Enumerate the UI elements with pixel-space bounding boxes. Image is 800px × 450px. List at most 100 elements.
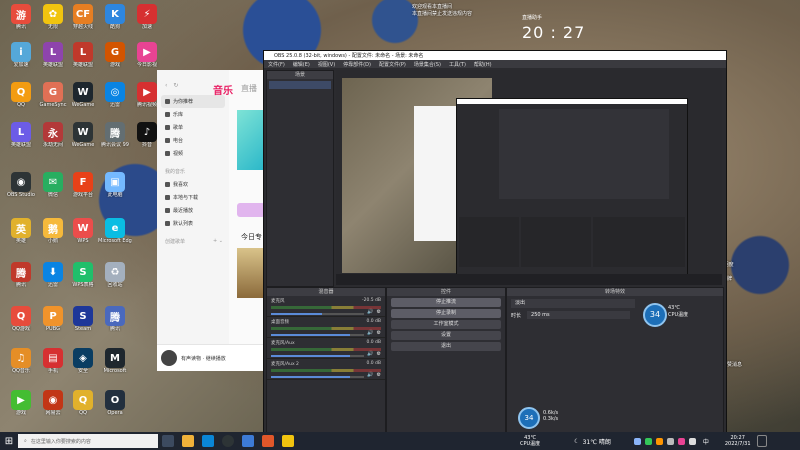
desktop-icon[interactable]: 腾腾讯会议 99 [98,122,132,156]
menu-item[interactable]: 文件(F) [268,61,285,68]
my-item-local[interactable]: 本地与下载 [157,191,229,204]
exit-button[interactable]: 退出 [391,342,501,351]
add-icon[interactable]: + ⌄ [213,238,223,245]
desktop-icon[interactable]: W WPS [66,218,100,252]
tray-icon[interactable] [655,437,663,445]
menu-item[interactable]: 编辑(E) [293,61,310,68]
edge-icon[interactable] [202,435,214,447]
sidebar-item-video[interactable]: 视频 [157,147,229,160]
desktop-icon[interactable]: 腾腾讯 [4,262,38,296]
taskbar-clock[interactable]: 20:27 2022/7/31 [725,435,751,447]
desktop-icon[interactable]: L 英雄联盟 [4,122,38,156]
desktop-icon[interactable]: ✿ 无限 [36,4,70,38]
volume-slider[interactable] [271,375,365,378]
desktop-icon[interactable]: 腾腾讯 [98,306,132,340]
studio-mode-button[interactable]: 工作室模式 [391,320,501,329]
tray-icon[interactable] [666,437,674,445]
desktop-icon[interactable]: i 爱加速 [4,42,38,76]
desktop-icon[interactable]: S Steam [66,306,100,340]
menu-item[interactable]: 帮助(H) [474,61,492,68]
speaker-icon[interactable]: 🔊 [367,330,373,336]
desktop-icon[interactable]: ♻ 回收站 [98,262,132,296]
obs-taskbar-icon[interactable] [222,435,234,447]
transition-select[interactable]: 淡出 [511,299,635,308]
my-item-default[interactable]: 默认列表 [157,217,229,230]
desktop-icon[interactable]: ⚡ 加速 [130,4,164,38]
my-item-recent[interactable]: 最近播放 [157,204,229,217]
menu-item[interactable]: 场景集合(S) [414,61,441,68]
stop-streaming-button[interactable]: 停止推流 [391,298,501,307]
menu-item[interactable]: 视图(V) [318,61,335,68]
file-explorer-icon[interactable] [182,435,194,447]
tab-live[interactable]: 直播 [241,83,257,94]
tray-icon[interactable] [688,437,696,445]
tray-icon[interactable] [677,437,685,445]
speaker-icon[interactable]: 🔊 [367,372,373,378]
preview-canvas[interactable] [336,70,722,285]
sidebar-item-playlist[interactable]: 歌单 [157,121,229,134]
desktop-icon[interactable]: L 英雄联盟 [66,42,100,76]
desktop-icon[interactable]: ▤ 手机 [36,348,70,382]
windows-start-icon[interactable]: ⊞ [0,432,18,450]
scene-item[interactable] [269,81,331,89]
search-box[interactable]: ⌕ 在这里输入你要搜索的内容 [18,434,158,448]
desktop-icon[interactable]: ◉ 网易云 [36,390,70,424]
gear-icon[interactable]: ⚙ [377,372,381,378]
desktop-icon[interactable]: ▣ 此电脑 [98,172,132,206]
music-taskbar-icon[interactable] [242,435,254,447]
app-taskbar-icon[interactable] [262,435,274,447]
desktop-icon[interactable]: ✉ 微信 [36,172,70,206]
desktop-icon[interactable]: ♫ QQ音乐 [4,348,38,382]
desktop-icon[interactable]: M Microsoft [98,348,132,382]
desktop-icon[interactable]: S WPS表格 [66,262,100,296]
desktop-icon[interactable]: CF 穿越火线 [66,4,100,38]
speaker-icon[interactable]: 🔊 [367,351,373,357]
folder-taskbar-icon[interactable] [282,435,294,447]
desktop-icon[interactable]: F 游戏平台 [66,172,100,206]
tab-music[interactable]: 音乐 [213,82,233,97]
menu-item[interactable]: 工具(T) [449,61,466,68]
desktop-icon[interactable]: 英英雄 [4,218,38,252]
volume-slider[interactable] [271,312,365,315]
desktop-icon[interactable]: O Opera [98,390,132,424]
desktop-icon[interactable]: ◈ 安全 [66,348,100,382]
desktop-icon[interactable]: ◎ 迅雷 [98,82,132,116]
desktop-icon[interactable]: W WeGame [66,122,100,156]
sidebar-item-library[interactable]: 乐库 [157,108,229,121]
desktop-icon[interactable]: G 游戏 [98,42,132,76]
desktop-icon[interactable]: ▶ 游戏 [4,390,38,424]
promo-button[interactable] [237,203,265,217]
desktop-icon[interactable]: Q QQ游戏 [4,306,38,340]
speaker-icon[interactable]: 🔊 [367,309,373,315]
gear-icon[interactable]: ⚙ [377,330,381,336]
settings-button[interactable]: 设置 [391,331,501,340]
gear-icon[interactable]: ⚙ [377,309,381,315]
my-item-liked[interactable]: 我喜欢 [157,178,229,191]
refresh-icon[interactable]: ↻ [173,82,178,89]
desktop-icon[interactable]: G GameSync [36,82,70,116]
volume-slider[interactable] [271,354,365,357]
menu-item[interactable]: 停靠部件(D) [343,61,371,68]
tray-icon[interactable] [644,437,652,445]
desktop-icon[interactable]: e Microsoft Edge [98,218,132,252]
desktop-icon[interactable]: L 英雄联盟 [36,42,70,76]
desktop-icon[interactable]: 游腾讯 [4,4,38,38]
desktop-icon[interactable]: W WeGame [66,82,100,116]
weather[interactable]: ☾ 31℃ 晴朗 [574,437,611,446]
sidebar-item-radio[interactable]: 电台 [157,134,229,147]
tray-icon[interactable] [633,437,641,445]
task-view-icon[interactable] [162,435,174,447]
desktop-icon[interactable]: ⬇ 迅雷 [36,262,70,296]
desktop-icon[interactable]: ◉ OBS Studio [4,172,38,206]
volume-slider[interactable] [271,333,365,336]
desktop-icon[interactable]: Q QQ [66,390,100,424]
desktop-icon[interactable]: K 酷狗 [98,4,132,38]
notification-icon[interactable] [756,435,767,447]
desktop-icon[interactable]: 永永劫无间 [36,122,70,156]
banner-image[interactable] [237,110,265,170]
album-avatar[interactable] [161,350,177,366]
ime-indicator[interactable]: 中 [703,437,709,446]
desktop-icon[interactable]: 鹅小鹅 [36,218,70,252]
back-icon[interactable]: ‹ [165,82,167,89]
desktop-icon[interactable]: Q QQ [4,82,38,116]
